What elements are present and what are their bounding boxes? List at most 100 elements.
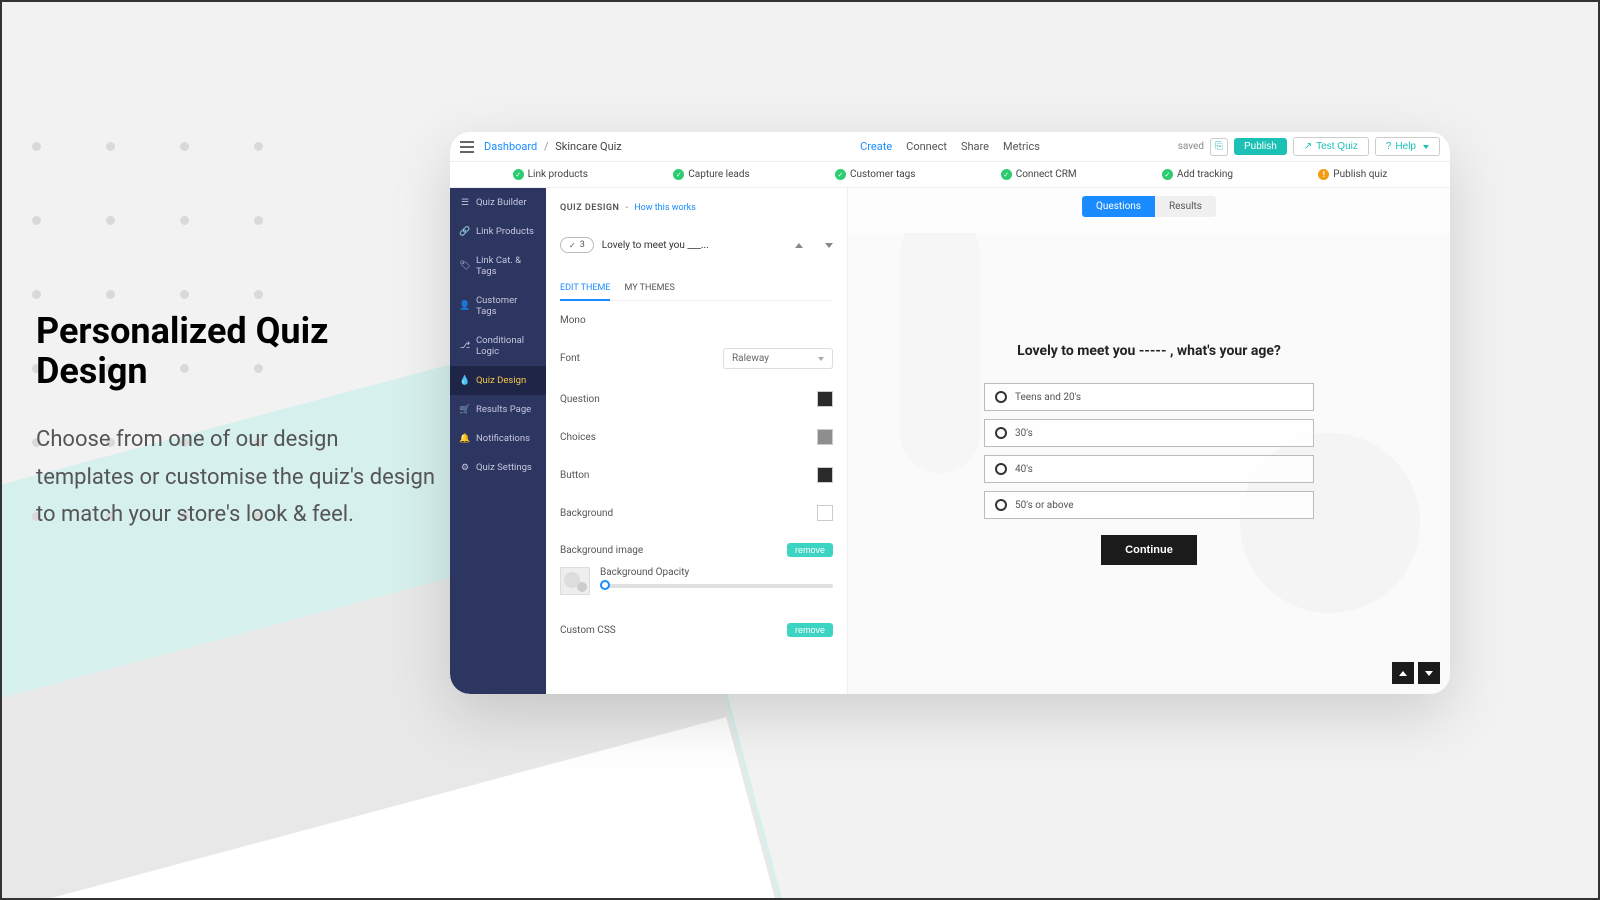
chevron-down-icon [818, 357, 824, 361]
background-color-swatch[interactable] [817, 505, 833, 521]
choices-color-swatch[interactable] [817, 429, 833, 445]
step-label: Link products [528, 169, 588, 180]
quiz-preview: Questions Results Lovely to meet you ---… [848, 188, 1450, 694]
tab-edit-theme[interactable]: EDIT THEME [560, 283, 610, 301]
choices-color-label: Choices [560, 432, 596, 443]
hamburger-icon[interactable] [460, 141, 474, 153]
preview-option[interactable]: 40's [984, 455, 1314, 483]
test-quiz-button[interactable]: ↗ Test Quiz [1293, 137, 1369, 156]
tag-icon: 🏷 [460, 261, 470, 271]
sidebar-item-label: Quiz Design [476, 375, 526, 386]
nav-up-button[interactable] [1392, 662, 1414, 684]
preview-option[interactable]: 30's [984, 419, 1314, 447]
sidebar-item-link-cat-tags[interactable]: 🏷 Link Cat. & Tags [450, 246, 546, 286]
tab-questions[interactable]: Questions [1082, 196, 1155, 217]
user-icon: 👤 [460, 301, 470, 311]
step-add-tracking[interactable]: ✓ Add tracking [1162, 169, 1233, 180]
question-summary: Lovely to meet you ___... [602, 240, 709, 251]
preview-option[interactable]: 50's or above [984, 491, 1314, 519]
step-label: Capture leads [688, 169, 749, 180]
sidebar-item-results-page[interactable]: 🛒 Results Page [450, 395, 546, 424]
sidebar-item-quiz-builder[interactable]: ☰ Quiz Builder [450, 188, 546, 217]
tab-results[interactable]: Results [1155, 196, 1216, 217]
sidebar-item-link-products[interactable]: 🔗 Link Products [450, 217, 546, 246]
preview-question-text: Lovely to meet you ----- , what's your a… [848, 343, 1450, 359]
sidebar-item-label: Notifications [476, 433, 530, 444]
next-question-icon[interactable] [825, 243, 833, 248]
check-icon: ✓ [835, 169, 846, 180]
continue-button[interactable]: Continue [1101, 535, 1197, 565]
help-icon: ? [1386, 141, 1392, 152]
remove-bg-image-button[interactable]: remove [787, 543, 833, 557]
sidebar-item-quiz-settings[interactable]: ⚙ Quiz Settings [450, 453, 546, 482]
branch-icon: ⎇ [460, 341, 470, 351]
step-link-products[interactable]: ✓ Link products [513, 169, 588, 180]
radio-icon [995, 391, 1007, 403]
preview-option[interactable]: Teens and 20's [984, 383, 1314, 411]
font-select[interactable]: Raleway [723, 348, 833, 369]
sidebar-item-label: Quiz Builder [476, 197, 527, 208]
check-icon: ✓ [1162, 169, 1173, 180]
nav-down-button[interactable] [1418, 662, 1440, 684]
sidebar-item-label: Conditional Logic [476, 335, 536, 357]
help-label: Help [1395, 141, 1416, 152]
sidebar-item-label: Link Cat. & Tags [476, 255, 536, 277]
preview-options: Teens and 20's 30's 40's 50's or above [984, 383, 1314, 565]
tab-share[interactable]: Share [961, 140, 989, 153]
app-window: Dashboard / Skincare Quiz Create Connect… [450, 132, 1450, 694]
step-label: Publish quiz [1333, 169, 1387, 180]
breadcrumb: Dashboard / Skincare Quiz [484, 140, 622, 153]
arrow-down-icon [1425, 671, 1433, 676]
list-icon: ☰ [460, 198, 470, 208]
sidebar-item-quiz-design[interactable]: 💧 Quiz Design [450, 366, 546, 395]
sidebar-item-customer-tags[interactable]: 👤 Customer Tags [450, 286, 546, 326]
cart-icon: 🛒 [460, 405, 470, 415]
slider-handle[interactable] [600, 580, 610, 590]
step-connect-crm[interactable]: ✓ Connect CRM [1001, 169, 1077, 180]
topbar-right: saved ⎘ Publish ↗ Test Quiz ? Help [1178, 137, 1440, 156]
tab-create[interactable]: Create [860, 140, 892, 153]
question-color-swatch[interactable] [817, 391, 833, 407]
link-icon: 🔗 [460, 227, 470, 237]
question-pill: ✓ 3 [560, 237, 594, 253]
step-label: Customer tags [850, 169, 916, 180]
tab-connect[interactable]: Connect [906, 140, 947, 153]
saved-label: saved [1178, 141, 1204, 152]
option-label: 40's [1015, 464, 1033, 475]
bg-opacity-slider[interactable] [600, 584, 833, 588]
tab-metrics[interactable]: Metrics [1003, 140, 1040, 153]
breadcrumb-root[interactable]: Dashboard [484, 140, 537, 153]
sidebar-item-label: Quiz Settings [476, 462, 532, 473]
remove-custom-css-button[interactable]: remove [787, 623, 833, 637]
radio-icon [995, 499, 1007, 511]
step-customer-tags[interactable]: ✓ Customer tags [835, 169, 916, 180]
tab-my-themes[interactable]: MY THEMES [624, 283, 674, 300]
breadcrumb-current: Skincare Quiz [555, 140, 622, 153]
check-icon: ✓ [1001, 169, 1012, 180]
button-color-swatch[interactable] [817, 467, 833, 483]
save-icon[interactable]: ⎘ [1210, 138, 1228, 156]
top-tabs: Create Connect Share Metrics [860, 140, 1040, 153]
question-number: 3 [580, 240, 585, 250]
marketing-copy: Personalized Quiz Design Choose from one… [36, 312, 436, 533]
bg-opacity-label: Background Opacity [600, 567, 833, 578]
chevron-down-icon [1423, 145, 1429, 149]
sidebar-item-notifications[interactable]: 🔔 Notifications [450, 424, 546, 453]
option-label: 50's or above [1015, 500, 1074, 511]
question-selector[interactable]: ✓ 3 Lovely to meet you ___... [560, 237, 833, 253]
bg-image-thumbnail[interactable] [560, 567, 590, 595]
sidebar-item-label: Link Products [476, 226, 534, 237]
how-this-works-link[interactable]: How this works [634, 203, 696, 213]
step-label: Connect CRM [1016, 169, 1077, 180]
preview-canvas: Lovely to meet you ----- , what's your a… [848, 233, 1450, 694]
gear-icon: ⚙ [460, 463, 470, 473]
theme-name: Mono [560, 315, 833, 326]
sidebar-item-conditional-logic[interactable]: ⎇ Conditional Logic [450, 326, 546, 366]
warn-icon: ! [1318, 169, 1329, 180]
prev-question-icon[interactable] [795, 243, 803, 248]
publish-button[interactable]: Publish [1234, 138, 1287, 155]
help-button[interactable]: ? Help [1375, 137, 1440, 156]
drop-icon: 💧 [460, 376, 470, 386]
step-publish-quiz[interactable]: ! Publish quiz [1318, 169, 1387, 180]
step-capture-leads[interactable]: ✓ Capture leads [673, 169, 749, 180]
